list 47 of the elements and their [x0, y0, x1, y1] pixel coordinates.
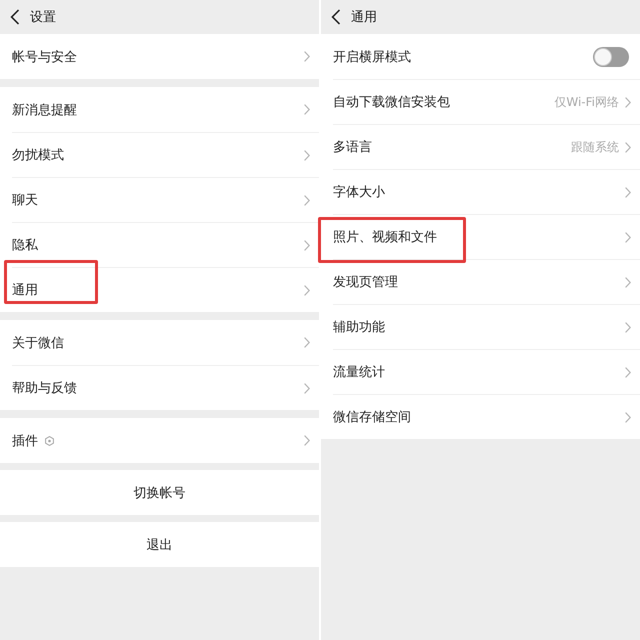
row-label: 字体大小 [333, 184, 385, 201]
row-label: 帮助与反馈 [12, 380, 77, 397]
chevron-right-icon [625, 322, 631, 332]
row-label: 插件 [12, 432, 38, 450]
row-label: 隐私 [12, 237, 38, 254]
chevron-right-icon [304, 435, 310, 446]
toggle-switch[interactable] [593, 46, 629, 66]
row-label: 微信存储空间 [333, 409, 411, 426]
chevron-right-icon [304, 382, 310, 394]
chevron-right-icon [625, 142, 631, 152]
row-label: 流量统计 [333, 364, 385, 381]
back-icon [10, 9, 20, 25]
chevron-right-icon [625, 412, 631, 422]
screen-title: 通用 [351, 9, 377, 26]
row-label: 多语言 [333, 139, 372, 156]
action-button[interactable]: 切换帐号 [0, 470, 319, 515]
row-label: 辅助功能 [333, 319, 385, 336]
row-value: 仅Wi-Fi网络 [554, 94, 619, 110]
back-button[interactable] [10, 9, 20, 25]
row-label: 发现页管理 [333, 274, 398, 291]
chevron-right-icon [625, 232, 631, 242]
hexagon-icon [45, 436, 54, 446]
row-label: 照片、视频和文件 [333, 229, 437, 246]
row-value: 跟随系统 [571, 138, 619, 156]
chevron-right-icon [625, 96, 631, 108]
row-label: 聊天 [12, 192, 38, 209]
chevron-right-icon [304, 194, 310, 206]
back-icon [331, 9, 341, 25]
row-label: 通用 [12, 282, 38, 299]
chevron-right-icon [304, 150, 310, 160]
chevron-right-icon [304, 284, 310, 296]
row-label: 开启横屏模式 [333, 48, 411, 66]
screen-title: 设置 [30, 9, 56, 26]
row-label: 勿扰模式 [12, 147, 64, 164]
chevron-right-icon [304, 104, 310, 115]
row-label: 新消息提醒 [12, 102, 77, 118]
row-label: 帐号与安全 [12, 48, 77, 66]
chevron-right-icon [625, 186, 631, 198]
action-button[interactable]: 退出 [0, 522, 319, 567]
chevron-right-icon [304, 337, 310, 348]
back-button[interactable] [331, 9, 341, 25]
chevron-right-icon [304, 240, 310, 250]
chevron-right-icon [304, 51, 310, 62]
row-label: 关于微信 [12, 334, 64, 352]
row-label: 自动下载微信安装包 [333, 94, 450, 111]
chevron-right-icon [625, 366, 631, 378]
chevron-right-icon [625, 276, 631, 288]
